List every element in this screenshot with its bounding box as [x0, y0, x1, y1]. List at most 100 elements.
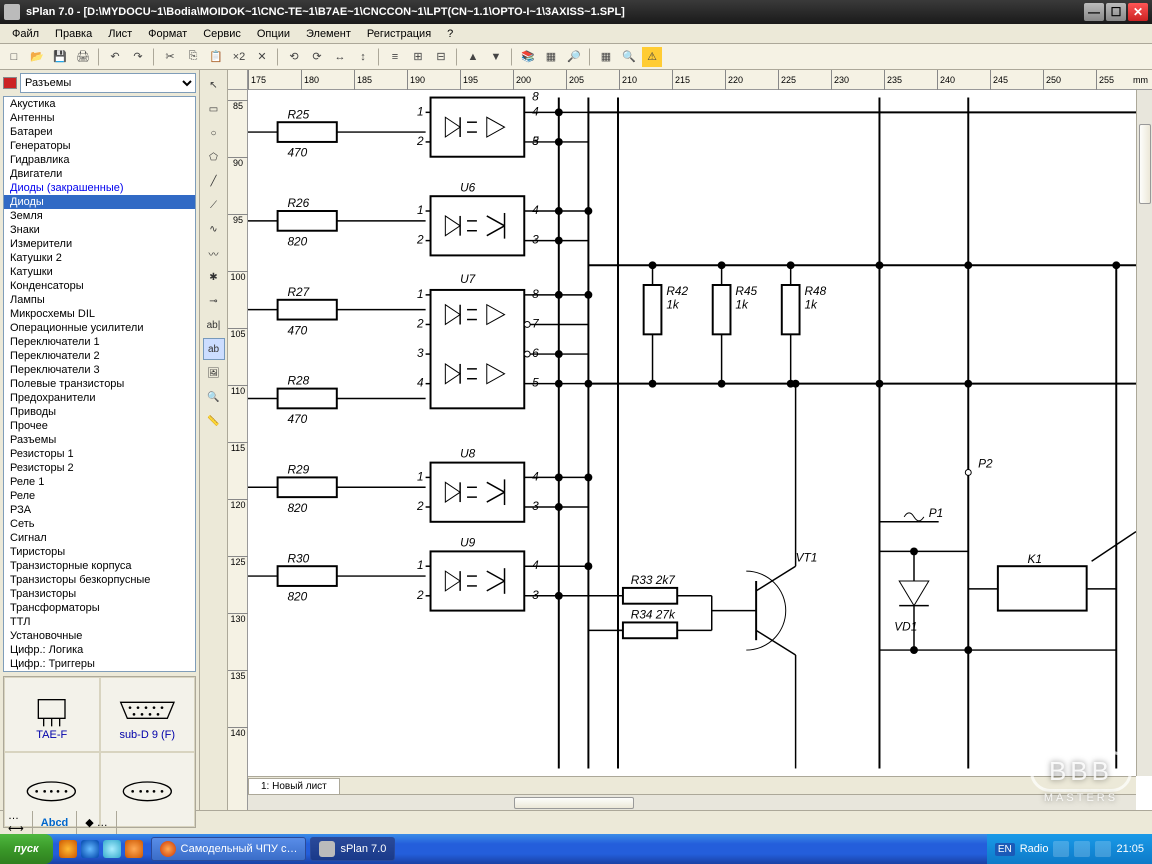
- sheet-tab-1[interactable]: 1: Новый лист: [248, 778, 340, 794]
- scrollbar-horizontal[interactable]: [248, 794, 1136, 810]
- category-item[interactable]: Диоды: [4, 195, 195, 209]
- category-item[interactable]: Резисторы 1: [4, 447, 195, 461]
- zoom-tool[interactable]: 🔍: [203, 386, 225, 408]
- category-item[interactable]: Прочее: [4, 419, 195, 433]
- pin-tool[interactable]: ⊸: [203, 290, 225, 312]
- category-item[interactable]: Катушки 2: [4, 251, 195, 265]
- menu-register[interactable]: Регистрация: [359, 26, 439, 42]
- category-item[interactable]: Генераторы: [4, 139, 195, 153]
- palette-tae[interactable]: TAE-F: [4, 677, 100, 752]
- paste-button[interactable]: 📋: [206, 47, 226, 67]
- menu-file[interactable]: Файл: [4, 26, 47, 42]
- rotate-left-button[interactable]: ⟲: [284, 47, 304, 67]
- menu-sheet[interactable]: Лист: [100, 26, 140, 42]
- category-list[interactable]: АкустикаАнтенныБатареиГенераторыГидравли…: [3, 96, 196, 672]
- category-item[interactable]: Резисторы 2: [4, 461, 195, 475]
- tray-icon[interactable]: [1074, 841, 1090, 857]
- category-item[interactable]: Разъемы: [4, 433, 195, 447]
- category-item[interactable]: Реле: [4, 489, 195, 503]
- category-item[interactable]: Транзисторы: [4, 587, 195, 601]
- wire-tool[interactable]: ⟋: [203, 194, 225, 216]
- scroll-thumb[interactable]: [514, 797, 634, 809]
- maximize-button[interactable]: ☐: [1106, 3, 1126, 21]
- category-item[interactable]: Двигатели: [4, 167, 195, 181]
- category-item[interactable]: Цифр.: Триггеры: [4, 657, 195, 671]
- category-item[interactable]: Катушки: [4, 265, 195, 279]
- rotate-right-button[interactable]: ⟳: [307, 47, 327, 67]
- category-item[interactable]: Диоды (закрашенные): [4, 181, 195, 195]
- category-item[interactable]: Батареи: [4, 125, 195, 139]
- category-item[interactable]: Цифр.: Логика: [4, 643, 195, 657]
- lib-button[interactable]: 📚: [518, 47, 538, 67]
- menu-service[interactable]: Сервис: [195, 26, 249, 42]
- tray-language[interactable]: EN: [995, 843, 1015, 856]
- group-button[interactable]: ⊞: [408, 47, 428, 67]
- line-tool[interactable]: ╱: [203, 170, 225, 192]
- sheet-button[interactable]: ▦: [541, 47, 561, 67]
- flip-h-button[interactable]: ↔: [330, 47, 350, 67]
- category-item[interactable]: Предохранители: [4, 391, 195, 405]
- text-tool[interactable]: ab|: [203, 314, 225, 336]
- junction-tool[interactable]: ✱: [203, 266, 225, 288]
- open-button[interactable]: 📂: [27, 47, 47, 67]
- poly-tool[interactable]: ⬠: [203, 146, 225, 168]
- category-item[interactable]: Сигнал: [4, 531, 195, 545]
- category-item[interactable]: Земля: [4, 209, 195, 223]
- scroll-thumb[interactable]: [1139, 124, 1151, 204]
- grid-button[interactable]: ▦: [596, 47, 616, 67]
- cut-button[interactable]: ✂: [160, 47, 180, 67]
- category-item[interactable]: Полевые транзисторы: [4, 377, 195, 391]
- category-item[interactable]: Лампы: [4, 293, 195, 307]
- menu-edit[interactable]: Правка: [47, 26, 100, 42]
- category-item[interactable]: Акустика: [4, 97, 195, 111]
- quick-icon[interactable]: [125, 840, 143, 858]
- category-item[interactable]: Трансформаторы: [4, 601, 195, 615]
- curve-tool[interactable]: ∿: [203, 218, 225, 240]
- category-item[interactable]: Переключатели 2: [4, 349, 195, 363]
- schematic-canvas[interactable]: R25470R26820R27470R28470R29820R308201243…: [248, 90, 1136, 776]
- new-button[interactable]: □: [4, 47, 24, 67]
- tray-clock[interactable]: 21:05: [1116, 843, 1144, 855]
- find-button[interactable]: 🔎: [564, 47, 584, 67]
- undo-button[interactable]: ↶: [105, 47, 125, 67]
- ungroup-button[interactable]: ⊟: [431, 47, 451, 67]
- dup-button[interactable]: ×2: [229, 47, 249, 67]
- rect-tool[interactable]: ▭: [203, 98, 225, 120]
- category-item[interactable]: Микросхемы DIL: [4, 307, 195, 321]
- zoom-button[interactable]: 🔍: [619, 47, 639, 67]
- category-item[interactable]: Приводы: [4, 405, 195, 419]
- menu-options[interactable]: Опции: [249, 26, 298, 42]
- category-item[interactable]: РЗА: [4, 503, 195, 517]
- menu-format[interactable]: Формат: [140, 26, 195, 42]
- minimize-button[interactable]: —: [1084, 3, 1104, 21]
- category-item[interactable]: Тиристоры: [4, 545, 195, 559]
- print-button[interactable]: 🖨: [73, 47, 93, 67]
- copy-button[interactable]: ⎘: [183, 47, 203, 67]
- pointer-tool[interactable]: ↖: [203, 74, 225, 96]
- image-tool[interactable]: 🖼: [203, 362, 225, 384]
- quick-icon[interactable]: [81, 840, 99, 858]
- redo-button[interactable]: ↷: [128, 47, 148, 67]
- category-item[interactable]: Транзисторные корпуса: [4, 559, 195, 573]
- front-button[interactable]: ▲: [463, 47, 483, 67]
- category-item[interactable]: ТТЛ: [4, 615, 195, 629]
- measure-tool[interactable]: 📏: [203, 410, 225, 432]
- category-item[interactable]: Переключатели 1: [4, 335, 195, 349]
- category-item[interactable]: Гидравлика: [4, 153, 195, 167]
- bezier-tool[interactable]: 〰: [203, 242, 225, 264]
- tray-volume-icon[interactable]: [1095, 841, 1111, 857]
- category-item[interactable]: Переключатели 3: [4, 363, 195, 377]
- task-splan[interactable]: sPlan 7.0: [310, 837, 395, 861]
- start-button[interactable]: пуск: [0, 834, 53, 864]
- menu-element[interactable]: Элемент: [298, 26, 359, 42]
- category-item[interactable]: Операционные усилители: [4, 321, 195, 335]
- quick-icon[interactable]: [103, 840, 121, 858]
- circle-tool[interactable]: ○: [203, 122, 225, 144]
- category-item[interactable]: Реле 1: [4, 475, 195, 489]
- category-item[interactable]: Транзисторы безкорпусные: [4, 573, 195, 587]
- category-item[interactable]: Конденсаторы: [4, 279, 195, 293]
- task-firefox[interactable]: Самодельный ЧПУ с…: [151, 837, 307, 861]
- delete-button[interactable]: ✕: [252, 47, 272, 67]
- tray-icon[interactable]: [1053, 841, 1069, 857]
- category-dropdown[interactable]: Разъемы: [20, 73, 196, 93]
